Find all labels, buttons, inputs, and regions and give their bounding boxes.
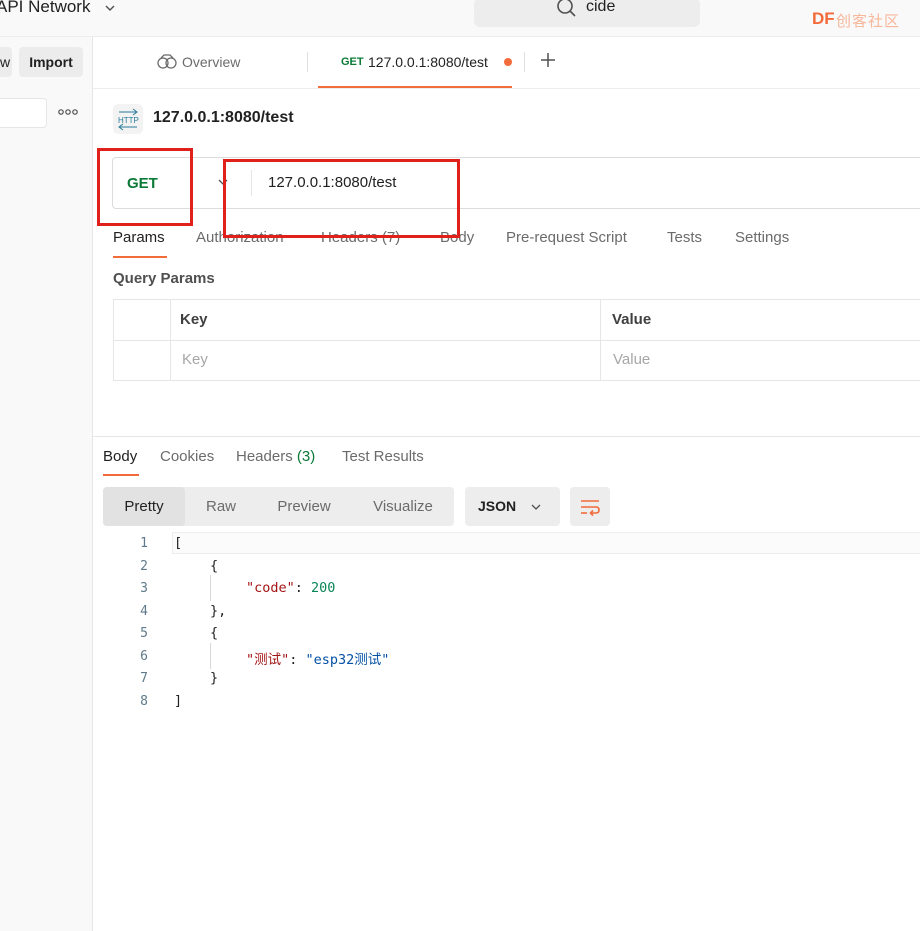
more-options-icon[interactable]	[58, 107, 78, 117]
indent-guide	[210, 643, 211, 669]
line-number: 7	[140, 671, 148, 686]
view-preview-button[interactable]: Preview	[260, 487, 348, 526]
wrap-lines-icon	[581, 500, 600, 517]
response-tab-test-results[interactable]: Test Results	[342, 448, 424, 465]
code-line: [	[174, 535, 183, 551]
tab-pre-request-script[interactable]: Pre-request Script	[506, 229, 627, 246]
workspace-name[interactable]: API Network	[0, 0, 90, 17]
tab-overview-label: Overview	[182, 54, 241, 70]
line-number: 6	[140, 649, 148, 664]
indent-guide	[210, 575, 211, 601]
tab-params[interactable]: Params	[113, 229, 165, 246]
json-key: "测试"	[246, 652, 290, 668]
column-header-value: Value	[612, 311, 652, 328]
line-number: 4	[140, 604, 148, 619]
table-column-divider	[170, 299, 171, 381]
param-value-input[interactable]: Value	[613, 351, 650, 368]
new-button-label: w	[0, 54, 11, 70]
code-line: "code": 200	[246, 580, 335, 596]
tab-divider	[307, 52, 308, 72]
new-tab-plus-icon[interactable]	[538, 50, 558, 70]
line-number: 5	[140, 626, 148, 641]
brand-logo: DF	[812, 9, 835, 28]
overview-icon	[157, 54, 177, 69]
code-active-line	[172, 532, 920, 554]
request-title[interactable]: 127.0.0.1:8080/test	[153, 109, 294, 127]
tab-request-url: 127.0.0.1:8080/test	[368, 54, 488, 70]
line-number: 3	[140, 581, 148, 596]
json-colon: :	[294, 580, 312, 596]
view-visualize-button[interactable]: Visualize	[356, 487, 450, 526]
response-headers-count: (3)	[296, 448, 316, 465]
json-number: 200	[311, 580, 336, 596]
tab-request-method: GET	[341, 56, 364, 68]
sidebar-filter-input[interactable]	[0, 98, 47, 128]
annotation-box-method	[97, 148, 193, 226]
code-line: ]	[174, 693, 183, 709]
response-divider	[93, 436, 920, 437]
sidebar	[0, 37, 93, 931]
code-line: "测试": "esp32测试"	[246, 648, 389, 668]
json-string: "esp32测试"	[305, 652, 390, 668]
table-divider	[113, 340, 920, 341]
response-tab-headers-label: Headers	[236, 448, 293, 465]
response-tab-headers[interactable]: Headers (3)	[236, 448, 315, 465]
new-button[interactable]: w	[0, 47, 12, 77]
response-tab-cookies[interactable]: Cookies	[160, 448, 214, 465]
search-icon	[557, 0, 576, 17]
query-params-title: Query Params	[113, 270, 215, 287]
tab-settings[interactable]: Settings	[735, 229, 789, 246]
column-header-key: Key	[180, 311, 208, 328]
unsaved-indicator	[504, 58, 512, 66]
svg-text:HTTP: HTTP	[118, 116, 139, 125]
code-line: }	[210, 670, 219, 686]
http-icon: HTTP	[113, 104, 143, 134]
code-line: {	[210, 558, 219, 574]
line-number: 1	[140, 536, 148, 551]
import-button[interactable]: Import	[19, 47, 83, 77]
active-tab-indicator	[103, 474, 139, 476]
line-number: 2	[140, 559, 148, 574]
search-value[interactable]: cide	[586, 0, 615, 16]
code-line: },	[210, 603, 227, 619]
brand-logo-sub: 创客社区	[836, 13, 901, 30]
response-tab-body[interactable]: Body	[103, 448, 137, 465]
table-column-divider	[600, 299, 601, 381]
view-raw-button[interactable]: Raw	[187, 487, 255, 526]
annotation-box-url	[223, 159, 460, 238]
top-bar	[0, 0, 920, 37]
param-key-input[interactable]: Key	[182, 351, 208, 368]
json-colon: :	[289, 652, 306, 668]
tab-divider	[524, 52, 525, 72]
line-number: 8	[140, 694, 148, 709]
active-tab-indicator	[113, 256, 167, 258]
tab-tests[interactable]: Tests	[667, 229, 702, 246]
view-pretty-button[interactable]: Pretty	[103, 487, 185, 526]
chevron-down-icon[interactable]	[530, 501, 542, 513]
format-select-label: JSON	[478, 498, 517, 514]
chevron-down-icon[interactable]	[103, 1, 117, 15]
json-key: "code"	[246, 580, 295, 596]
code-line: {	[210, 625, 219, 641]
